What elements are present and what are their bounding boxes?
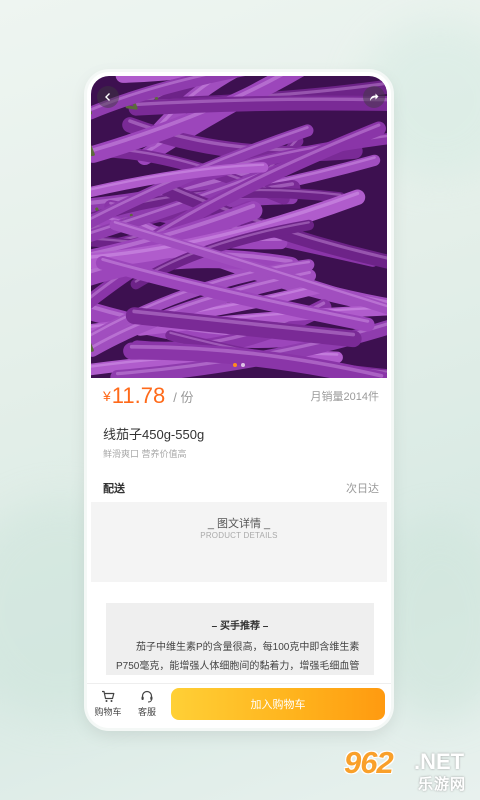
details-title: _ 图文详情 _ bbox=[207, 518, 271, 530]
phone-frame: ¥ 11.78 / 份 月销量2014件 线茄子450g-550g 鲜滑爽口 营… bbox=[87, 72, 391, 728]
watermark-cn: 乐游网 bbox=[418, 776, 467, 793]
price-row: ¥ 11.78 / 份 月销量2014件 bbox=[103, 378, 379, 414]
add-to-cart-button[interactable]: 加入购物车 bbox=[171, 688, 385, 720]
recommend-title: – 买手推荐 – bbox=[211, 621, 269, 632]
carousel-dots bbox=[87, 363, 391, 367]
price-unit: / 份 bbox=[173, 389, 194, 405]
bottom-action-bar: 购物车 客服 加入购物车 bbox=[87, 683, 391, 728]
watermark-logo: 962 .NET 乐游网 bbox=[342, 745, 474, 795]
shipping-label: 配送 bbox=[103, 483, 125, 495]
product-name: 线茄子450g-550g bbox=[103, 427, 205, 442]
buyer-recommendation: – 买手推荐 – 茄子中维生素P的含量很高，每100克中即含维生素P750毫克，… bbox=[106, 603, 374, 675]
cart-label: 购物车 bbox=[94, 707, 122, 717]
chevron-left-icon bbox=[105, 93, 110, 101]
watermark-number: 962 bbox=[344, 745, 394, 780]
shipping-value: 次日达 bbox=[346, 483, 379, 495]
product-details-section: _ 图文详情 _ PRODUCT DETAILS bbox=[91, 502, 387, 582]
carousel-dot[interactable] bbox=[233, 363, 237, 367]
share-icon bbox=[370, 93, 379, 101]
cart-icon bbox=[102, 690, 115, 702]
price-value: 11.78 bbox=[111, 383, 166, 408]
service-tab[interactable]: 客服 bbox=[130, 690, 164, 718]
product-description: 鲜滑爽口 营养价值高 bbox=[103, 449, 187, 459]
details-subtitle: PRODUCT DETAILS bbox=[200, 531, 278, 540]
carousel-dot[interactable] bbox=[241, 363, 245, 367]
recommend-text: 茄子中维生素P的含量很高，每100克中即含维生素P750毫克，能增强人体细胞间的… bbox=[116, 642, 360, 672]
share-button[interactable] bbox=[363, 86, 385, 108]
product-image bbox=[91, 76, 387, 378]
eggplant-photo bbox=[91, 76, 387, 378]
service-label: 客服 bbox=[137, 707, 156, 717]
price-currency: ¥ bbox=[103, 388, 111, 404]
monthly-sales: 月销量2014件 bbox=[310, 391, 379, 403]
back-button[interactable] bbox=[97, 86, 119, 108]
cart-tab[interactable]: 购物车 bbox=[91, 690, 125, 718]
headset-icon bbox=[141, 690, 153, 703]
watermark-net: .NET bbox=[414, 749, 465, 774]
shipping-row: 配送 次日达 bbox=[103, 478, 379, 498]
